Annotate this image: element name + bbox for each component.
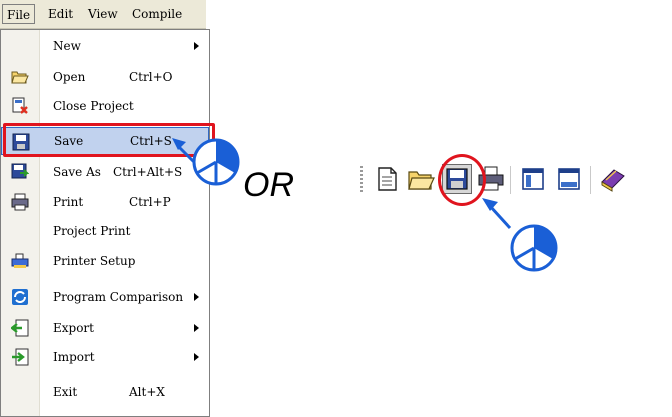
menu-item-export[interactable]: Export <box>1 314 209 342</box>
menu-item-exit[interactable]: Exit Alt+X <box>1 378 209 406</box>
menu-item-shortcut: Ctrl+P <box>129 195 171 209</box>
toolbar-grip[interactable] <box>360 166 363 194</box>
menu-item-label: Program Comparison <box>53 290 184 304</box>
menu-compile-label: Compile <box>132 7 183 21</box>
submenu-arrow-icon <box>194 324 199 332</box>
menu-edit-label: Edit <box>48 7 74 21</box>
close-project-icon <box>11 97 29 115</box>
menu-file-label: File <box>7 8 31 22</box>
menu-item-import[interactable]: Import <box>1 343 209 371</box>
menu-edit[interactable]: Edit <box>44 6 77 22</box>
book-icon <box>598 164 628 194</box>
menu-file[interactable]: File <box>2 4 36 24</box>
printer-icon <box>11 193 29 211</box>
menu-item-close-project[interactable]: Close Project <box>1 92 209 120</box>
menu-item-program-comparison[interactable]: Program Comparison <box>1 283 209 311</box>
menu-view[interactable]: View <box>84 6 122 22</box>
save-as-icon <box>11 163 29 181</box>
file-menu-dropdown: New Open Ctrl+O Close Project Save Ctrl+… <box>0 29 210 417</box>
new-button[interactable] <box>372 164 402 194</box>
menu-item-open[interactable]: Open Ctrl+O <box>1 63 209 91</box>
menu-item-printer-setup[interactable]: Printer Setup <box>1 247 209 275</box>
open-folder-icon <box>406 164 436 194</box>
menu-view-label: View <box>88 7 118 21</box>
import-icon <box>11 348 29 366</box>
menu-bar: File Edit View Compile <box>0 0 206 29</box>
menu-item-label: Export <box>53 321 94 335</box>
or-label: OR <box>243 166 294 204</box>
pointer-annotation-toolbar <box>482 198 558 272</box>
menu-item-label: Close Project <box>53 99 134 113</box>
menu-item-label: Open <box>53 70 86 84</box>
menu-item-label: Import <box>53 350 95 364</box>
menu-item-new[interactable]: New <box>1 32 209 60</box>
submenu-arrow-icon <box>194 293 199 301</box>
menu-item-label: Project Print <box>53 224 131 238</box>
new-document-icon <box>372 164 402 194</box>
open-button[interactable] <box>406 164 436 194</box>
menu-item-shortcut: Ctrl+O <box>129 70 173 84</box>
menu-item-label: Exit <box>53 385 78 399</box>
menu-item-label: Print <box>53 195 84 209</box>
menu-item-project-print[interactable]: Project Print <box>1 217 209 245</box>
help-book-button[interactable] <box>598 164 628 194</box>
menu-item-shortcut: Alt+X <box>129 385 165 399</box>
menu-item-label: New <box>53 39 81 53</box>
toolbar-separator <box>590 166 591 194</box>
comparison-icon <box>11 288 29 306</box>
menu-item-label: Save As <box>53 165 101 179</box>
menu-compile[interactable]: Compile <box>128 6 186 22</box>
submenu-arrow-icon <box>194 353 199 361</box>
export-icon <box>11 319 29 337</box>
open-folder-icon <box>11 68 29 86</box>
pointer-annotation-menu <box>172 138 240 186</box>
submenu-arrow-icon <box>194 42 199 50</box>
menu-item-label: Printer Setup <box>53 254 136 268</box>
printer-setup-icon <box>11 252 29 270</box>
